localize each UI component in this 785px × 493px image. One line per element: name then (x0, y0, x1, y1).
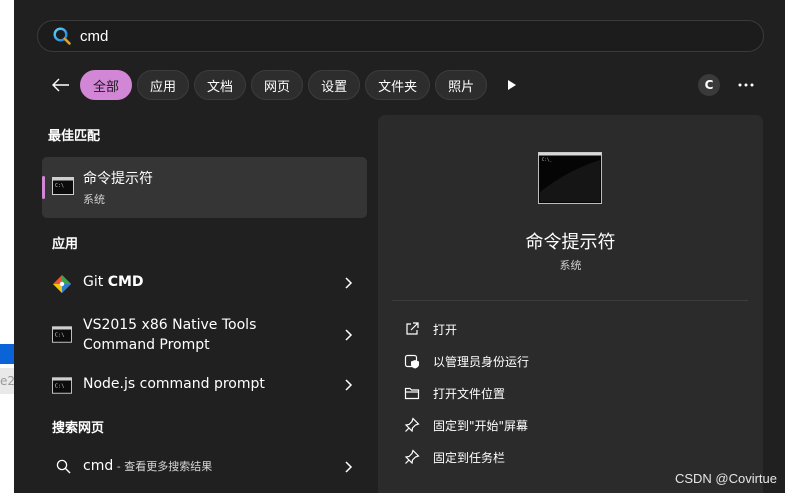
best-match-heading: 最佳匹配 (48, 129, 101, 144)
search-box[interactable] (37, 20, 764, 52)
watermark: CSDN @Covirtue (674, 471, 777, 486)
apps-heading: 应用 (52, 237, 79, 252)
console-icon: C:\ (52, 177, 74, 195)
web-search-heading: 搜索网页 (52, 421, 105, 436)
best-match-item[interactable]: C:\ 命令提示符 系统 (42, 157, 367, 218)
arrow-left-icon (52, 78, 69, 92)
search-input[interactable] (80, 27, 680, 45)
web-search-label: cmd - 查看更多搜索结果 (83, 456, 212, 477)
pin-icon (404, 417, 420, 433)
tab-photos[interactable]: 照片 (435, 70, 488, 100)
action-open-file-location[interactable]: 打开文件位置 (404, 383, 505, 403)
app-item-label: Node.js command prompt (83, 376, 265, 392)
console-icon: C:\_ (538, 152, 602, 204)
folder-icon (404, 387, 420, 400)
action-pin-to-taskbar[interactable]: 固定到任务栏 (404, 447, 505, 467)
svg-text:C:\: C:\ (55, 332, 65, 338)
tab-all[interactable]: 全部 (80, 70, 133, 100)
app-name-prefix: Git (83, 274, 108, 290)
background-text: e2 (0, 368, 14, 394)
shield-admin-icon (404, 354, 419, 369)
app-item-nodejs[interactable]: C:\ Node.js command prompt (42, 370, 367, 400)
preview-pane: C:\_ 命令提示符 系统 打开 以管理员身份运行 打开文件位置 固定到"开始"… (378, 115, 763, 493)
action-label: 以管理员身份运行 (433, 354, 530, 369)
app-item-label: VS2015 x86 Native Tools Command Prompt (83, 315, 256, 355)
search-panel: 全部 应用 文档 网页 设置 文件夹 照片 C 最佳匹配 C:\ 命令提示符 系… (14, 0, 785, 493)
svg-text:C:\_: C:\_ (542, 157, 552, 162)
account-avatar[interactable]: C (698, 74, 720, 96)
chevron-right-icon[interactable] (343, 379, 353, 391)
action-label: 固定到任务栏 (433, 450, 506, 465)
action-label: 打开文件位置 (433, 386, 506, 401)
app-item-git-cmd[interactable]: Git CMD (42, 268, 367, 298)
pin-icon (404, 449, 420, 465)
tab-documents[interactable]: 文档 (194, 70, 247, 100)
web-search-item[interactable]: cmd - 查看更多搜索结果 (42, 452, 367, 482)
web-search-hint: - 查看更多搜索结果 (113, 460, 213, 473)
git-icon (53, 275, 71, 293)
app-name-line2: Command Prompt (83, 337, 210, 353)
action-open[interactable]: 打开 (404, 319, 457, 339)
console-icon: C:\ (52, 326, 72, 343)
background-selection-strip (0, 344, 14, 364)
app-item-label: Git CMD (83, 272, 144, 292)
tab-folders[interactable]: 文件夹 (365, 70, 431, 100)
svg-text:C:\: C:\ (55, 183, 64, 189)
preview-app-subtitle: 系统 (559, 259, 582, 272)
best-match-title: 命令提示符 (83, 171, 153, 187)
action-label: 打开 (433, 322, 458, 337)
action-run-as-admin[interactable]: 以管理员身份运行 (404, 351, 529, 371)
console-icon: C:\ (52, 377, 72, 394)
best-match-subtitle: 系统 (83, 193, 105, 206)
more-filters-button[interactable] (498, 70, 526, 100)
search-icon (53, 27, 71, 45)
app-item-vs2015[interactable]: C:\ VS2015 x86 Native Tools Command Prom… (42, 313, 367, 357)
tab-settings[interactable]: 设置 (308, 70, 361, 100)
tab-web[interactable]: 网页 (251, 70, 304, 100)
more-options-button[interactable] (734, 74, 758, 96)
selection-indicator (42, 176, 45, 199)
open-external-icon (406, 322, 419, 335)
ellipsis-icon (738, 83, 754, 87)
chevron-right-icon[interactable] (343, 461, 353, 473)
web-query-text: cmd (83, 458, 114, 474)
app-name-line1: VS2015 x86 Native Tools (83, 317, 257, 333)
tab-apps[interactable]: 应用 (137, 70, 190, 100)
chevron-right-icon[interactable] (343, 277, 353, 289)
background-window-edge: e2 (0, 0, 14, 493)
chevron-right-icon[interactable] (343, 329, 353, 341)
svg-text:C:\: C:\ (55, 383, 65, 389)
preview-app-name: 命令提示符 (525, 232, 616, 253)
search-icon (56, 459, 71, 474)
app-name-match: CMD (107, 274, 144, 290)
filter-bar: 全部 应用 文档 网页 设置 文件夹 照片 (44, 69, 526, 101)
divider (392, 300, 748, 301)
action-label: 固定到"开始"屏幕 (433, 418, 529, 433)
back-button[interactable] (44, 70, 78, 100)
action-pin-to-start[interactable]: 固定到"开始"屏幕 (404, 415, 528, 435)
play-icon (508, 80, 517, 90)
